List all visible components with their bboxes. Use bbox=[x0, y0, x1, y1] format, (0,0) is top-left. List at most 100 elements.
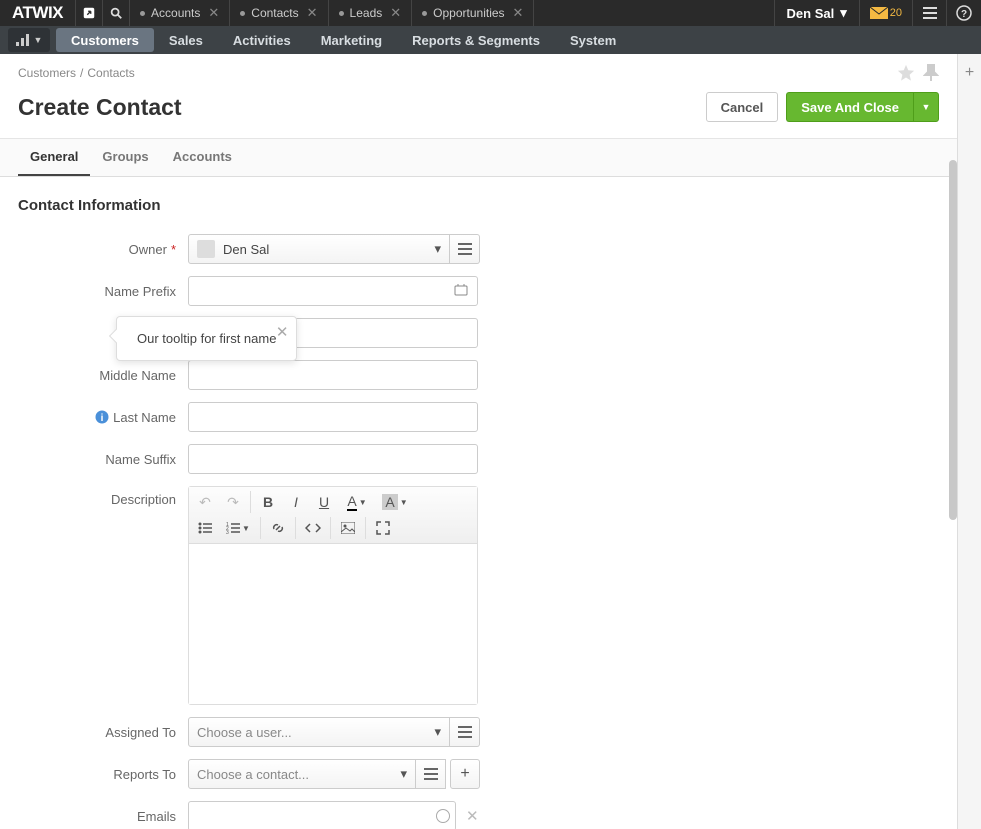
rte-textarea[interactable] bbox=[189, 544, 477, 704]
hamburger-icon[interactable] bbox=[913, 0, 947, 26]
numbered-list-icon[interactable]: 123 ▼ bbox=[219, 515, 257, 541]
page-main: Customers / Contacts Create Contact Canc… bbox=[0, 54, 957, 829]
mail-count: 20 bbox=[890, 7, 902, 19]
bullet-list-icon[interactable] bbox=[191, 515, 219, 541]
mail-button[interactable]: 20 bbox=[860, 0, 913, 26]
top-tab-label: Leads bbox=[350, 6, 383, 20]
row-owner: Owner * Den Sal ▾ bbox=[18, 234, 939, 264]
top-tab-opportunities[interactable]: Opportunities ✕ bbox=[412, 0, 534, 26]
primary-radio[interactable] bbox=[436, 809, 450, 823]
navbar: ▼ Customers Sales Activities Marketing R… bbox=[0, 26, 981, 54]
italic-icon[interactable]: I bbox=[282, 489, 310, 515]
save-and-close-button[interactable]: Save And Close bbox=[786, 92, 913, 122]
top-tab-label: Opportunities bbox=[433, 6, 504, 20]
assigned-to-select[interactable]: Choose a user... ▾ bbox=[188, 717, 450, 747]
caret-down-icon: ▾ bbox=[434, 241, 441, 257]
bold-icon[interactable]: B bbox=[254, 489, 282, 515]
name-suffix-input[interactable] bbox=[188, 444, 478, 474]
rich-text-editor: ↶ ↷ B I U A ▼ A ▼ 123 ▼ bbox=[188, 486, 478, 705]
save-dropdown-button[interactable]: ▼ bbox=[913, 92, 939, 122]
close-icon[interactable]: ✕ bbox=[208, 5, 219, 21]
list-icon bbox=[458, 243, 472, 255]
caret-down-icon: ▾ bbox=[400, 766, 407, 782]
nav-marketing[interactable]: Marketing bbox=[306, 26, 397, 54]
breadcrumb-parent[interactable]: Customers bbox=[18, 66, 76, 80]
breadcrumb-sep: / bbox=[80, 66, 83, 80]
owner-select[interactable]: Den Sal ▾ bbox=[188, 234, 450, 264]
nav-sales[interactable]: Sales bbox=[154, 26, 218, 54]
search-icon[interactable] bbox=[103, 0, 129, 26]
list-icon bbox=[458, 726, 472, 738]
row-assigned-to: Assigned To Choose a user... ▾ bbox=[18, 717, 939, 747]
caret-down-icon: ▼ bbox=[34, 35, 43, 45]
info-icon[interactable]: i bbox=[95, 410, 109, 424]
close-icon[interactable]: ✕ bbox=[390, 5, 401, 21]
tab-dot-icon bbox=[240, 11, 245, 16]
svg-text:?: ? bbox=[961, 9, 967, 20]
row-name-prefix: Name Prefix bbox=[18, 276, 939, 306]
top-tab-label: Accounts bbox=[151, 6, 200, 20]
nav-customers[interactable]: Customers bbox=[56, 28, 154, 52]
tab-dot-icon bbox=[140, 11, 145, 16]
tooltip-close-icon[interactable]: ✕ bbox=[276, 323, 289, 341]
bars-icon bbox=[16, 34, 30, 46]
nav-activities[interactable]: Activities bbox=[218, 26, 306, 54]
assigned-to-list-button[interactable] bbox=[450, 717, 480, 747]
close-icon[interactable]: ✕ bbox=[513, 5, 524, 21]
brand-logo[interactable]: ATWIX bbox=[0, 3, 75, 23]
row-middle-name: Middle Name bbox=[18, 360, 939, 390]
undo-icon[interactable]: ↶ bbox=[191, 489, 219, 515]
topbar: ATWIX Accounts ✕ Contacts ✕ Leads ✕ Oppo… bbox=[0, 0, 981, 26]
name-prefix-label: Name Prefix bbox=[104, 284, 176, 299]
keyboard-icon[interactable] bbox=[454, 283, 472, 297]
fullscreen-icon[interactable] bbox=[369, 515, 397, 541]
help-icon[interactable]: ? bbox=[947, 0, 981, 26]
middle-name-label: Middle Name bbox=[99, 368, 176, 383]
star-icon[interactable] bbox=[897, 64, 915, 82]
code-icon[interactable] bbox=[299, 515, 327, 541]
avatar-icon bbox=[197, 240, 215, 258]
last-name-label: Last Name bbox=[113, 410, 176, 425]
remove-email-icon[interactable]: ✕ bbox=[466, 807, 479, 825]
close-icon[interactable]: ✕ bbox=[307, 5, 318, 21]
reports-to-select[interactable]: Choose a contact... ▾ bbox=[188, 759, 416, 789]
breadcrumb-current[interactable]: Contacts bbox=[87, 66, 134, 80]
redo-icon[interactable]: ↷ bbox=[219, 489, 247, 515]
last-name-input[interactable] bbox=[188, 402, 478, 432]
share-icon[interactable] bbox=[76, 0, 102, 26]
section-title: Contact Information bbox=[18, 197, 939, 214]
bg-color-icon[interactable]: A ▼ bbox=[376, 489, 414, 515]
reports-to-list-button[interactable] bbox=[416, 759, 446, 789]
top-tab-leads[interactable]: Leads ✕ bbox=[329, 0, 413, 26]
plus-icon[interactable]: + bbox=[965, 64, 974, 829]
dashboard-toggle[interactable]: ▼ bbox=[8, 28, 50, 52]
image-icon[interactable] bbox=[334, 515, 362, 541]
tab-dot-icon bbox=[422, 11, 427, 16]
middle-name-input[interactable] bbox=[188, 360, 478, 390]
svg-text:i: i bbox=[101, 413, 104, 424]
user-name: Den Sal bbox=[787, 6, 835, 21]
nav-system[interactable]: System bbox=[555, 26, 631, 54]
scrollbar-thumb[interactable] bbox=[949, 160, 957, 520]
tab-general[interactable]: General bbox=[18, 139, 90, 176]
cancel-button[interactable]: Cancel bbox=[706, 92, 779, 122]
text-color-icon[interactable]: A ▼ bbox=[338, 489, 376, 515]
tab-groups[interactable]: Groups bbox=[90, 139, 160, 176]
owner-list-button[interactable] bbox=[450, 234, 480, 264]
link-icon[interactable] bbox=[264, 515, 292, 541]
reports-to-placeholder: Choose a contact... bbox=[197, 767, 309, 782]
row-description: Description ↶ ↷ B I U A ▼ A ▼ 123 ▼ bbox=[18, 486, 939, 705]
tab-accounts[interactable]: Accounts bbox=[161, 139, 244, 176]
row-name-suffix: Name Suffix bbox=[18, 444, 939, 474]
top-tab-contacts[interactable]: Contacts ✕ bbox=[230, 0, 328, 26]
user-menu[interactable]: Den Sal ▾ bbox=[774, 0, 860, 26]
reports-to-add-button[interactable]: + bbox=[450, 759, 480, 789]
top-tab-accounts[interactable]: Accounts ✕ bbox=[130, 0, 230, 26]
scrollbar[interactable] bbox=[949, 160, 957, 760]
email-input[interactable] bbox=[188, 801, 456, 829]
pin-icon[interactable] bbox=[923, 64, 939, 82]
name-prefix-input[interactable] bbox=[188, 276, 478, 306]
underline-icon[interactable]: U bbox=[310, 489, 338, 515]
tooltip: ✕ Our tooltip for first name bbox=[116, 316, 297, 361]
nav-reports[interactable]: Reports & Segments bbox=[397, 26, 555, 54]
